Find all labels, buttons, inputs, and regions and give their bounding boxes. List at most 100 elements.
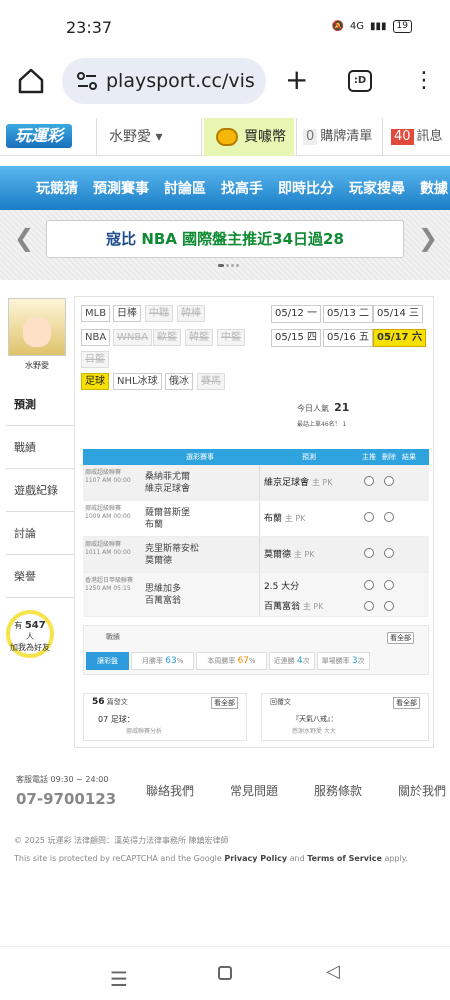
record-tab[interactable]: 本周勝率 67% <box>196 652 267 670</box>
cart-count: 0 <box>303 129 318 145</box>
chevron-right-icon[interactable]: ❯ <box>418 224 438 252</box>
posts-more-button[interactable]: 看全部 <box>211 697 238 709</box>
date-button-selected[interactable]: 05/17 六 <box>373 329 426 347</box>
nav-item[interactable]: 數據 <box>420 178 448 198</box>
chevron-left-icon[interactable]: ❮ <box>14 224 34 252</box>
league-chip: 中籃 <box>217 329 245 346</box>
record-tab[interactable]: 月勝率 63% <box>131 652 195 670</box>
home-icon[interactable] <box>16 66 46 96</box>
date-button[interactable]: 05/15 四 <box>271 329 321 347</box>
league-chip[interactable]: NHL冰球 <box>113 373 162 390</box>
footer-link[interactable]: 關於我們 <box>398 782 446 799</box>
col-header: 預測 <box>302 453 316 461</box>
away-team[interactable]: 維京足球會 <box>145 484 190 494</box>
back-icon[interactable]: ◁ <box>326 961 340 982</box>
row-league: 挪威超級聯賽 <box>85 469 122 476</box>
nav-item[interactable]: 玩競猜 <box>36 178 78 198</box>
record-more-button[interactable]: 看全部 <box>387 632 414 644</box>
record-tab[interactable]: 讓彩盤 <box>86 652 129 670</box>
messages-button[interactable]: 40 訊息 <box>382 118 450 156</box>
banner-text: NBA 國際盤主推近34日過28 <box>141 230 344 248</box>
footer: 客服電話 09:30 ~ 24:00 07-9700123 聯絡我們 常見問題 … <box>0 762 450 822</box>
prediction-table: 選彩賽事 預測 主推 刪除 結果 挪威超級聯賽 1107 AM 00:00 桑納菲… <box>83 449 429 617</box>
visitors-count: 21 <box>334 401 350 414</box>
table-row: 挪威超級聯賽 1107 AM 00:00 桑納菲尤爾 維京足球會 維京足球會 主 P… <box>83 465 429 501</box>
main-pick-radio[interactable] <box>364 512 374 522</box>
main-pick-radio[interactable] <box>364 548 374 558</box>
posts-label: 篇發文 <box>106 698 128 706</box>
date-button[interactable]: 05/14 三 <box>373 305 423 323</box>
promo-banner[interactable]: 寇比 NBA 國際盤主推近34日過28 <box>46 220 404 258</box>
delete-radio[interactable] <box>384 601 394 611</box>
league-chip[interactable]: NBA <box>81 329 111 346</box>
tab-honors[interactable]: 榮譽 <box>6 555 74 598</box>
tab-switcher-button[interactable]: :D <box>348 70 372 92</box>
home-team[interactable]: 薩爾普斯堡 <box>145 508 190 518</box>
home-team[interactable]: 思維加多 <box>145 584 181 594</box>
tab-game-history[interactable]: 遊戲紀錄 <box>6 469 74 512</box>
league-chip[interactable]: MLB <box>81 305 111 322</box>
home-team[interactable]: 桑納菲尤爾 <box>145 472 190 482</box>
tab-record[interactable]: 戰績 <box>6 426 74 469</box>
col-header: 主推 <box>362 453 376 461</box>
user-menu[interactable]: 水野愛 ▾ <box>96 118 202 156</box>
home-team[interactable]: 克里斯蒂安松 <box>145 544 199 554</box>
recents-icon[interactable]: ☰ <box>110 967 128 991</box>
home-nav-icon[interactable] <box>218 966 232 980</box>
privacy-link[interactable]: Privacy Policy <box>224 854 287 863</box>
more-menu-icon[interactable]: ⋮ <box>413 68 435 94</box>
main-pick-radio[interactable] <box>364 601 374 611</box>
terms-link[interactable]: Terms of Service <box>307 854 382 863</box>
league-chip[interactable]: 俄冰 <box>165 373 193 390</box>
tab-predictions[interactable]: 預測 <box>6 383 74 426</box>
recaptcha-notice: This site is protected by reCAPTCHA and … <box>14 850 408 868</box>
add-friend-badge[interactable]: 有 547 人 加我為好友 <box>6 610 54 658</box>
daily-visitors: 今日人氣 21 <box>297 401 349 414</box>
away-team[interactable]: 莫爾德 <box>145 556 172 566</box>
post-item[interactable]: 07 足球： <box>98 714 135 725</box>
delete-radio[interactable] <box>384 512 394 522</box>
pick: 莫爾德 <box>264 550 292 560</box>
pick-tag: 主 PK <box>284 514 306 523</box>
cart-button[interactable]: 0 購牌清單 <box>296 118 380 156</box>
buy-coins-button[interactable]: 買噱幣 <box>204 118 294 156</box>
away-team[interactable]: 布蘭 <box>145 520 163 530</box>
league-chip[interactable]: 足球 <box>81 373 109 390</box>
nav-item[interactable]: 即時比分 <box>278 178 334 198</box>
replies-more-button[interactable]: 看全部 <box>393 697 420 709</box>
record-tab[interactable]: 單場勝率 3次 <box>316 652 370 670</box>
service-phone[interactable]: 07-9700123 <box>16 790 116 808</box>
nav-item[interactable]: 找高手 <box>221 178 263 198</box>
address-bar[interactable]: playsport.cc/visit <box>62 58 266 104</box>
recaptcha-text: This site is protected by reCAPTCHA and … <box>14 854 225 863</box>
footer-link[interactable]: 服務條款 <box>314 782 362 799</box>
delete-radio[interactable] <box>384 548 394 558</box>
league-chip: WNBA <box>113 329 153 346</box>
away-team[interactable]: 百萬富翁 <box>145 596 181 606</box>
date-button[interactable]: 05/16 五 <box>323 329 373 347</box>
date-button[interactable]: 05/13 二 <box>323 305 373 323</box>
league-chip: 歐籃 <box>153 329 181 346</box>
record-tab-label: 單場勝率 <box>321 657 350 665</box>
nav-item[interactable]: 玩家搜尋 <box>349 178 405 198</box>
post-snippet: 挪威聯賽分析 <box>126 728 163 735</box>
record-tab[interactable]: 近連勝 4次 <box>268 652 315 670</box>
banner-prefix: 寇比 <box>106 230 137 248</box>
date-button[interactable]: 05/12 一 <box>271 305 321 323</box>
delete-radio[interactable] <box>384 580 394 590</box>
footer-link[interactable]: 常見問題 <box>230 782 278 799</box>
nav-item[interactable]: 預測賽事 <box>93 178 149 198</box>
main-pick-radio[interactable] <box>364 580 374 590</box>
site-logo[interactable]: 玩運彩 <box>6 124 72 148</box>
col-header: 結果 <box>402 453 416 461</box>
delete-radio[interactable] <box>384 476 394 486</box>
new-tab-icon[interactable]: + <box>285 66 308 94</box>
nav-item[interactable]: 討論區 <box>164 178 206 198</box>
main-pick-radio[interactable] <box>364 476 374 486</box>
site-settings-icon[interactable] <box>76 71 98 91</box>
avatar[interactable] <box>8 298 66 356</box>
league-chip[interactable]: 日棒 <box>113 305 141 322</box>
footer-link[interactable]: 聯絡我們 <box>146 782 194 799</box>
reply-item[interactable]: 『天氣八戒』： <box>292 714 338 724</box>
tab-discussion[interactable]: 討論 <box>6 512 74 555</box>
